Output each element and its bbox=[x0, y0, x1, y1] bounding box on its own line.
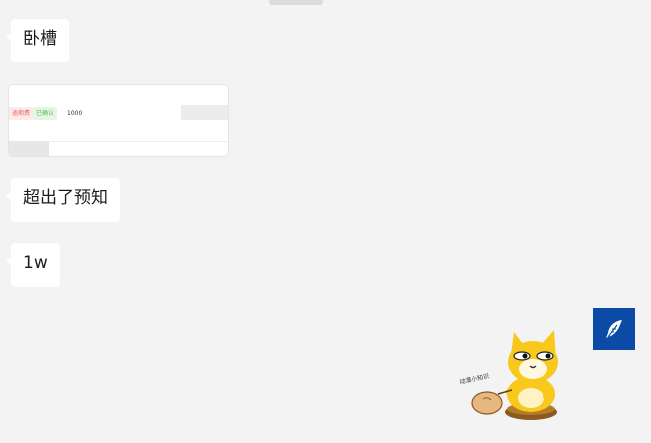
cat-sticker: 动漫小知识 bbox=[459, 330, 558, 420]
message-bubble-3[interactable]: 超出了预知 bbox=[6, 178, 120, 222]
status-badge-red: 逾期费 bbox=[9, 107, 34, 120]
feather-icon bbox=[606, 320, 622, 338]
mosaic-region bbox=[9, 141, 49, 156]
status-badge-green: 已确认 bbox=[33, 107, 58, 120]
amount-value: 1000 bbox=[67, 110, 83, 117]
scroll-handle[interactable] bbox=[269, 0, 323, 5]
message-text: 卧槽 bbox=[23, 29, 57, 49]
message-bubble-1[interactable]: 卧槽 bbox=[6, 19, 69, 62]
message-text: 1w bbox=[23, 253, 48, 273]
sticker-caption: 动漫小知识 bbox=[459, 372, 490, 386]
floating-action-button[interactable] bbox=[593, 308, 635, 350]
image-message[interactable]: 逾期费 已确认 1000 bbox=[8, 84, 229, 157]
blurred-region bbox=[181, 105, 228, 120]
message-bubble-4[interactable]: 1w bbox=[6, 243, 60, 287]
message-text: 超出了预知 bbox=[23, 188, 108, 208]
